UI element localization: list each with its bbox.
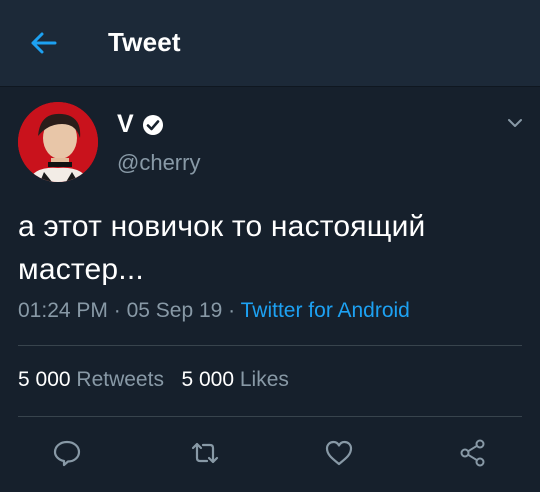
retweets-label[interactable]: Retweets: [76, 368, 164, 391]
author-row: V: [117, 110, 164, 139]
like-icon[interactable]: [324, 438, 354, 468]
app-header: Tweet: [0, 0, 540, 87]
arrow-left-icon: [31, 32, 57, 54]
reply-icon[interactable]: [52, 438, 82, 468]
likes-count[interactable]: 5 000: [181, 368, 234, 391]
page-title: Tweet: [108, 27, 181, 57]
author-handle[interactable]: @cherry: [117, 150, 200, 176]
tweet-time: 01:24 PM: [18, 299, 108, 322]
tweet-meta: 01:24 PM · 05 Sep 19 · Twitter for Andro…: [18, 299, 410, 322]
tweet-text-line: а этот новичок то настоящий: [18, 210, 426, 243]
tweet-source-link[interactable]: Twitter for Android: [241, 299, 410, 322]
verified-badge-icon: [142, 114, 163, 135]
likes-label[interactable]: Likes: [240, 368, 289, 391]
chevron-down-icon[interactable]: [504, 112, 526, 134]
author-name[interactable]: V: [117, 110, 134, 139]
tweet-date: 05 Sep 19: [126, 299, 223, 322]
tweet-text: а этот новичок то настоящий мастер...: [18, 205, 518, 291]
divider: [18, 345, 522, 346]
avatar-image: [18, 102, 98, 182]
share-icon[interactable]: [458, 438, 488, 468]
tweet-stats: 5 000 Retweets 5 000 Likes: [18, 368, 289, 392]
avatar[interactable]: [18, 102, 98, 182]
tweet-text-line: мастер...: [18, 253, 144, 286]
divider: [18, 416, 522, 417]
retweets-count[interactable]: 5 000: [18, 368, 71, 391]
back-button[interactable]: [28, 28, 58, 58]
retweet-icon[interactable]: [190, 438, 220, 468]
